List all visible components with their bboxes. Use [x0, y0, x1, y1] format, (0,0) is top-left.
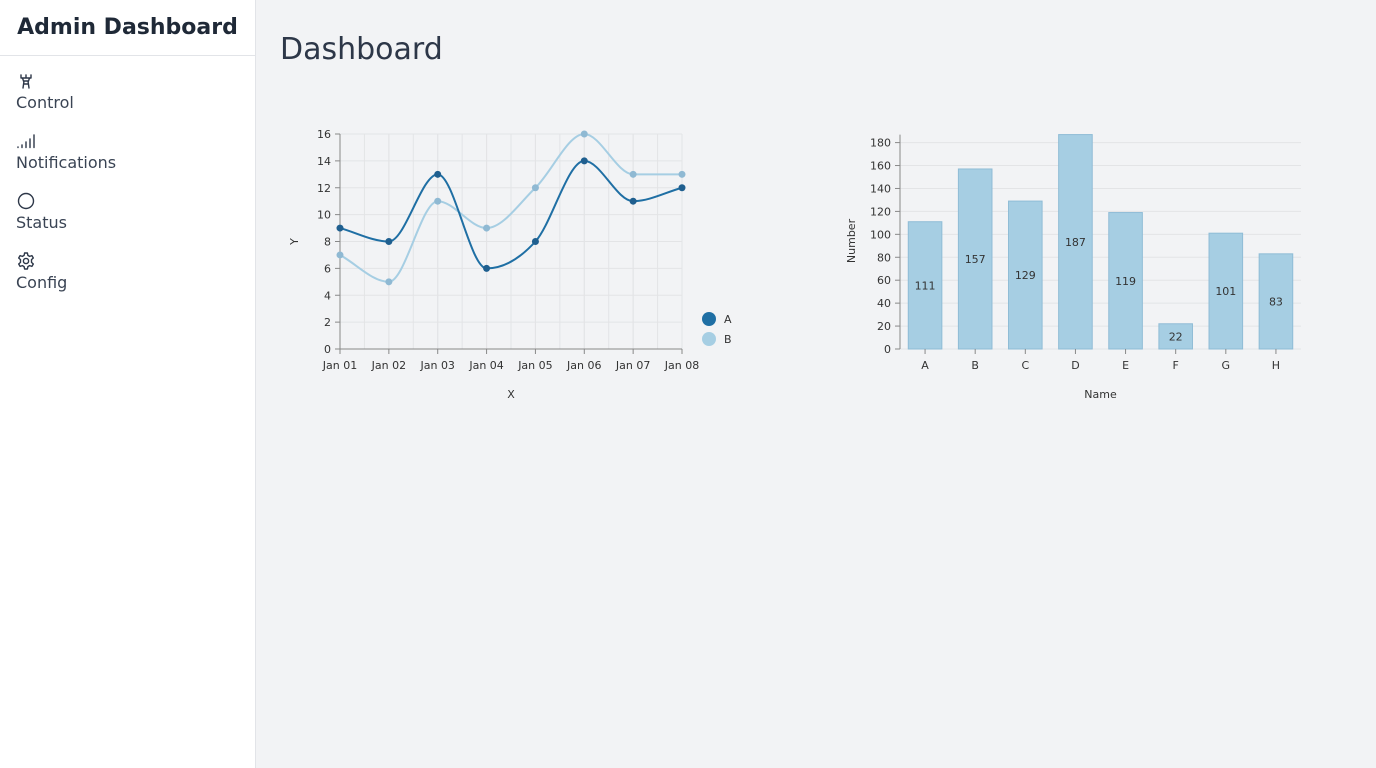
data-point-B: [678, 170, 686, 178]
data-point-A: [629, 197, 637, 205]
sidebar-item-label: Status: [16, 213, 67, 232]
data-label: 187: [1065, 236, 1086, 249]
data-point-A: [385, 238, 393, 245]
y-tick-label: 4: [324, 289, 331, 302]
data-label: 129: [1015, 269, 1036, 282]
y-tick-label: 100: [870, 228, 891, 241]
circle-icon: [16, 191, 38, 213]
y-axis-label: Number: [845, 218, 858, 263]
data-label: 22: [1169, 330, 1183, 343]
y-tick-label: 12: [317, 182, 331, 195]
data-label: 83: [1269, 295, 1283, 308]
x-tick-label: Jan 05: [517, 359, 552, 372]
data-point-A: [434, 170, 442, 178]
sidebar-item-label: Notifications: [16, 153, 117, 172]
y-tick-label: 14: [317, 155, 331, 168]
data-point-B: [580, 130, 588, 138]
data-point-A: [531, 238, 539, 245]
x-tick-label: B: [971, 359, 979, 372]
app-title: Admin Dashboard: [17, 14, 238, 40]
data-label: 101: [1215, 285, 1236, 298]
data-label: 157: [965, 253, 986, 266]
data-point-A: [336, 224, 344, 232]
y-tick-label: 180: [870, 137, 891, 150]
sidebar-item-status[interactable]: Status: [0, 191, 255, 251]
y-tick-label: 8: [324, 236, 331, 249]
sidebar-item-control[interactable]: Control: [0, 71, 255, 131]
x-tick-label: H: [1272, 359, 1280, 372]
data-point-B: [336, 251, 344, 259]
x-tick-label: Jan 02: [371, 359, 406, 372]
line-chart: 0 2 4 6 8 10 12 14 16 Jan 01 Jan 02 Jan 03 Jan 04 Jan…: [288, 128, 732, 401]
legend-label: B: [724, 333, 732, 346]
data-point-A: [580, 157, 588, 165]
data-point-B: [483, 224, 491, 232]
data-label: 119: [1115, 275, 1136, 288]
page-title: Dashboard: [280, 32, 443, 67]
y-tick-label: 80: [877, 251, 891, 264]
x-tick-label: Jan 07: [615, 359, 650, 372]
x-tick-label: Jan 04: [468, 359, 503, 372]
legend-swatch-A: [702, 312, 716, 326]
y-tick-label: 0: [884, 343, 891, 356]
x-tick-label: Jan 03: [419, 359, 454, 372]
y-tick-label: 2: [324, 316, 331, 329]
legend-label: A: [724, 313, 732, 326]
y-tick-label: 20: [877, 320, 891, 333]
y-tick-label: 10: [317, 209, 331, 222]
y-tick-label: 60: [877, 274, 891, 287]
y-tick-label: 6: [324, 262, 331, 275]
sidebar-header: Admin Dashboard: [0, 0, 255, 56]
bar-chart: 0 20 40 60 80 100 120 140 160 180 Number 111 A 157 B 12…: [845, 134, 1301, 401]
tower-icon: [16, 71, 38, 93]
data-label: 111: [915, 279, 936, 292]
sidebar-item-label: Control: [16, 93, 74, 112]
gear-icon: [16, 251, 38, 273]
x-axis-label: Name: [1084, 388, 1117, 401]
x-tick-label: Jan 06: [566, 359, 601, 372]
data-point-B: [434, 197, 442, 205]
legend-swatch-B: [702, 332, 716, 346]
x-axis-label: X: [507, 388, 515, 401]
x-tick-label: E: [1122, 359, 1129, 372]
data-point-A: [678, 184, 686, 192]
sidebar-item-config[interactable]: Config: [0, 251, 255, 311]
sidebar: Admin Dashboard Control Notifications St…: [0, 0, 256, 768]
y-tick-label: 16: [317, 128, 331, 141]
x-tick-label: Jan 08: [664, 359, 699, 372]
sidebar-nav: Control Notifications Status Config: [0, 56, 255, 311]
x-tick-label: F: [1173, 359, 1179, 372]
data-point-B: [629, 170, 637, 178]
sidebar-item-notifications[interactable]: Notifications: [0, 131, 255, 191]
data-point-B: [531, 184, 539, 192]
signal-bars-icon: [16, 131, 38, 153]
y-tick-label: 160: [870, 160, 891, 173]
data-point-A: [483, 264, 491, 272]
x-tick-label: G: [1222, 359, 1231, 372]
y-tick-label: 40: [877, 297, 891, 310]
y-tick-label: 0: [324, 343, 331, 356]
y-tick-label: 140: [870, 182, 891, 195]
y-axis-label: Y: [288, 238, 301, 246]
sidebar-item-label: Config: [16, 273, 68, 292]
y-tick-label: 120: [870, 205, 891, 218]
x-tick-label: Jan 01: [322, 359, 357, 372]
x-tick-label: A: [921, 359, 929, 372]
x-tick-label: C: [1021, 359, 1029, 372]
x-tick-label: D: [1071, 359, 1079, 372]
data-point-B: [385, 278, 393, 286]
main-content: Dashboard 0 2 4 6 8 10 12 14 16 Jan 01 Jan 02 Jan 0…: [256, 0, 1376, 768]
